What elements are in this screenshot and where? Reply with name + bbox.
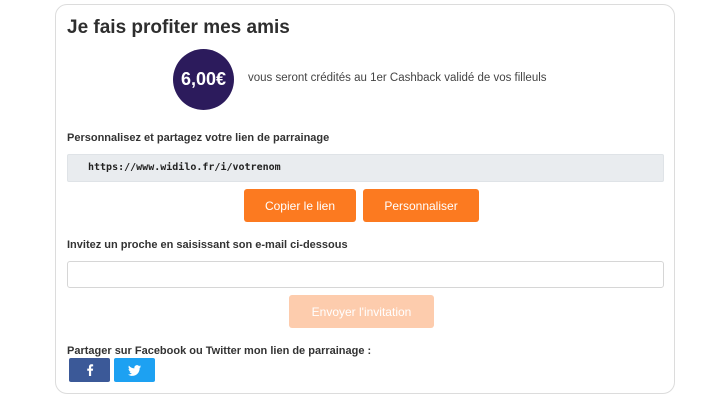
customize-link-button[interactable]: Personnaliser bbox=[363, 189, 479, 222]
facebook-share-button[interactable] bbox=[69, 358, 110, 382]
reward-description: vous seront crédités au 1er Cashback val… bbox=[248, 72, 547, 84]
send-invitation-button[interactable]: Envoyer l'invitation bbox=[289, 295, 434, 328]
email-field[interactable] bbox=[67, 261, 664, 288]
twitter-icon bbox=[128, 364, 141, 376]
social-share-label: Partager sur Facebook ou Twitter mon lie… bbox=[67, 345, 372, 357]
reward-amount-badge: 6,00€ bbox=[173, 49, 234, 110]
facebook-icon bbox=[86, 364, 93, 376]
referral-link-field[interactable]: https://www.widilo.fr/i/votrenom bbox=[67, 154, 664, 182]
twitter-share-button[interactable] bbox=[114, 358, 155, 382]
reward-amount: 6,00€ bbox=[180, 69, 227, 89]
invite-label: Invitez un proche en saisissant son e-ma… bbox=[67, 239, 348, 251]
share-link-label: Personnalisez et partagez votre lien de … bbox=[67, 132, 330, 144]
card-title: Je fais profiter mes amis bbox=[67, 17, 290, 38]
copy-link-button[interactable]: Copier le lien bbox=[244, 189, 356, 222]
referral-card: Je fais profiter mes amis 6,00€ vous ser… bbox=[55, 4, 675, 394]
